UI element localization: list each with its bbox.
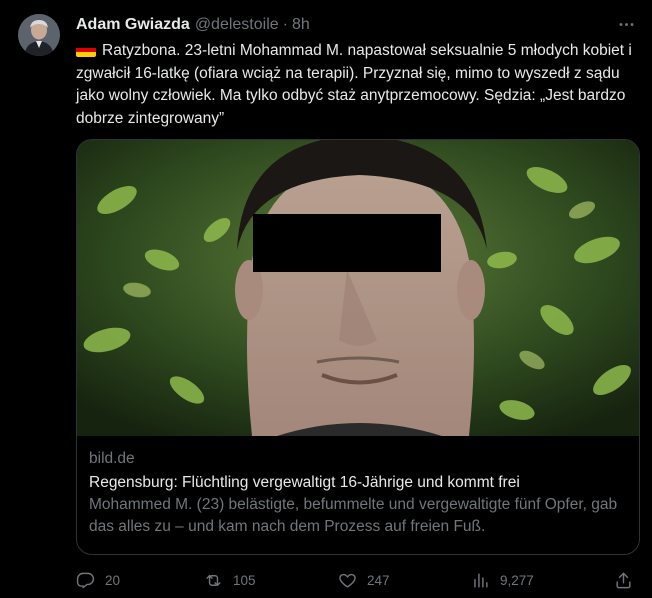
card-description: Mohammed M. (23) belästigte, befummelte … bbox=[89, 496, 618, 535]
avatar[interactable] bbox=[18, 14, 60, 56]
retweet-icon bbox=[206, 574, 221, 586]
reply-button[interactable]: 20 bbox=[76, 568, 120, 592]
author-name[interactable]: Adam Gwiazda bbox=[76, 16, 190, 34]
tweet-header: Adam Gwiazda @delestoile · 8h bbox=[76, 14, 310, 36]
tweet[interactable]: Adam Gwiazda @delestoile · 8h Ratyzbona.… bbox=[0, 0, 652, 598]
more-options-icon[interactable] bbox=[614, 12, 638, 36]
author-handle[interactable]: @delestoile bbox=[195, 16, 279, 34]
retweet-button[interactable]: 105 bbox=[204, 568, 256, 592]
action-bar: 20 105 247 9,277 bbox=[76, 568, 642, 592]
like-count: 247 bbox=[367, 572, 390, 588]
share-button[interactable] bbox=[614, 568, 633, 592]
tweet-text-content: Ratyzbona. 23-letni Mohammad M. napastow… bbox=[76, 42, 632, 127]
timestamp[interactable]: 8h bbox=[292, 16, 310, 34]
germany-flag-icon bbox=[76, 43, 96, 57]
retweet-count: 105 bbox=[233, 572, 256, 588]
reply-icon bbox=[76, 572, 95, 588]
like-button[interactable]: 247 bbox=[338, 568, 390, 592]
card-domain: bild.de bbox=[89, 450, 135, 467]
link-card[interactable]: bild.de Regensburg: Flüchtling vergewalt… bbox=[76, 139, 640, 555]
tweet-text: Ratyzbona. 23-letni Mohammad M. napastow… bbox=[76, 40, 642, 130]
card-title[interactable]: Regensburg: Flüchtling vergewaltigt 16-J… bbox=[89, 472, 627, 494]
analytics-icon bbox=[474, 572, 488, 588]
card-body[interactable]: bild.de Regensburg: Flüchtling vergewalt… bbox=[77, 436, 639, 538]
views-count: 9,277 bbox=[500, 572, 534, 588]
views-button[interactable]: 9,277 bbox=[471, 568, 534, 592]
card-image[interactable] bbox=[77, 140, 639, 436]
separator-dot: · bbox=[282, 16, 288, 33]
share-icon bbox=[616, 572, 631, 588]
heart-icon bbox=[339, 573, 356, 588]
reply-count: 20 bbox=[105, 572, 121, 588]
